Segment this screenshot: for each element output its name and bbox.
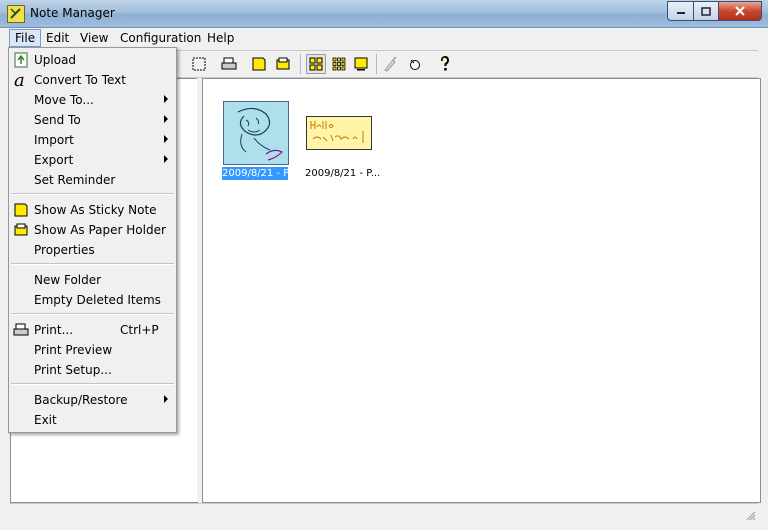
sticky-note-button[interactable] bbox=[250, 55, 268, 73]
toolbar-separator bbox=[376, 54, 377, 74]
help-question-icon bbox=[441, 56, 450, 71]
submenu-arrow-icon bbox=[164, 95, 168, 103]
small-icons-view-button[interactable] bbox=[330, 55, 348, 73]
file-menu-dropdown: Upload a Convert To Text Move To... Send… bbox=[8, 47, 177, 433]
note-caption-1[interactable]: 2009/8/21 - P... bbox=[222, 167, 288, 180]
menu-item-print-preview[interactable]: Print Preview bbox=[9, 340, 176, 360]
submenu-arrow-icon bbox=[164, 135, 168, 143]
menu-configuration[interactable]: Configuration bbox=[115, 30, 206, 46]
select-tool-button[interactable] bbox=[190, 55, 208, 73]
caption-buttons bbox=[667, 1, 762, 21]
menu-item-new-folder[interactable]: New Folder bbox=[9, 270, 176, 290]
note-manager-window: Note Manager File Edit View Configuratio… bbox=[0, 0, 768, 530]
app-icon bbox=[7, 5, 25, 23]
menu-item-show-as-paper-holder[interactable]: Show As Paper Holder bbox=[9, 220, 176, 240]
title-bar: Note Manager bbox=[0, 0, 768, 28]
menu-item-exit[interactable]: Exit bbox=[9, 410, 176, 430]
maximize-icon bbox=[701, 6, 711, 16]
svg-text:a: a bbox=[14, 72, 25, 88]
eraser-tool-button[interactable] bbox=[406, 55, 424, 73]
submenu-arrow-icon bbox=[164, 115, 168, 123]
window-title: Note Manager bbox=[30, 6, 115, 20]
single-note-icon bbox=[354, 57, 368, 71]
menu-separator bbox=[11, 263, 174, 265]
menu-help[interactable]: Help bbox=[202, 30, 239, 46]
convert-text-icon: a bbox=[13, 72, 29, 88]
menu-item-send-to[interactable]: Send To bbox=[9, 110, 176, 130]
menu-view[interactable]: View bbox=[75, 30, 113, 46]
upload-icon bbox=[13, 52, 29, 68]
grid-large-icon bbox=[309, 57, 323, 71]
pane-splitter[interactable] bbox=[197, 78, 201, 502]
printer-icon bbox=[13, 322, 29, 338]
menu-item-backup-restore[interactable]: Backup/Restore bbox=[9, 390, 176, 410]
handwritten-hello-icon bbox=[310, 121, 364, 143]
printer-icon bbox=[221, 57, 237, 70]
menu-bar: File Edit View Configuration Help bbox=[0, 28, 768, 48]
menu-item-properties[interactable]: Properties bbox=[9, 240, 176, 260]
minimize-icon bbox=[676, 12, 685, 14]
minimize-button[interactable] bbox=[667, 1, 694, 21]
menu-separator bbox=[11, 383, 174, 385]
menu-item-upload[interactable]: Upload bbox=[9, 50, 176, 70]
large-icons-view-button[interactable] bbox=[306, 54, 326, 74]
submenu-arrow-icon bbox=[164, 395, 168, 403]
menu-item-set-reminder[interactable]: Set Reminder bbox=[9, 170, 176, 190]
grid-small-icon bbox=[332, 57, 346, 71]
marquee-select-icon bbox=[192, 57, 206, 71]
handwritten-sketch-icon bbox=[237, 107, 284, 161]
maximize-button[interactable] bbox=[694, 1, 719, 21]
close-icon bbox=[735, 6, 745, 16]
eraser-hand-icon bbox=[410, 59, 420, 70]
submenu-arrow-icon bbox=[164, 155, 168, 163]
close-button[interactable] bbox=[719, 1, 762, 21]
help-button[interactable] bbox=[436, 55, 454, 73]
menu-edit[interactable]: Edit bbox=[41, 30, 74, 46]
menu-item-empty-deleted-items[interactable]: Empty Deleted Items bbox=[9, 290, 176, 310]
note-caption-2[interactable]: 2009/8/21 - P... bbox=[305, 167, 380, 180]
paper-holder-button[interactable] bbox=[274, 55, 292, 73]
notes-pane[interactable]: 2009/8/21 - P... 2009/8/21 - P... bbox=[202, 78, 761, 503]
menu-item-print[interactable]: Print... Ctrl+P bbox=[9, 320, 176, 340]
menu-file[interactable]: File bbox=[9, 29, 42, 47]
menu-shortcut: Ctrl+P bbox=[120, 323, 159, 337]
sticky-note-icon bbox=[13, 202, 29, 218]
sticky-note-icon bbox=[252, 57, 266, 71]
status-bar bbox=[10, 503, 758, 523]
menu-separator bbox=[11, 313, 174, 315]
pen-icon bbox=[384, 56, 397, 72]
print-button[interactable] bbox=[220, 55, 238, 73]
menu-item-import[interactable]: Import bbox=[9, 130, 176, 150]
menu-item-print-setup[interactable]: Print Setup... bbox=[9, 360, 176, 380]
paper-holder-icon bbox=[276, 57, 290, 70]
menu-item-show-as-sticky-note[interactable]: Show As Sticky Note bbox=[9, 200, 176, 220]
note-thumbnail-2[interactable] bbox=[306, 116, 372, 150]
single-note-view-button[interactable] bbox=[352, 55, 370, 73]
paper-holder-icon bbox=[13, 222, 29, 238]
note-thumbnail-1[interactable] bbox=[223, 101, 289, 165]
pen-tool-button[interactable] bbox=[382, 55, 400, 73]
resize-grip-icon[interactable] bbox=[746, 511, 756, 521]
menu-item-convert-to-text[interactable]: a Convert To Text bbox=[9, 70, 176, 90]
menu-item-export[interactable]: Export bbox=[9, 150, 176, 170]
menu-separator bbox=[11, 193, 174, 195]
menu-item-move-to[interactable]: Move To... bbox=[9, 90, 176, 110]
toolbar-separator bbox=[300, 54, 301, 74]
